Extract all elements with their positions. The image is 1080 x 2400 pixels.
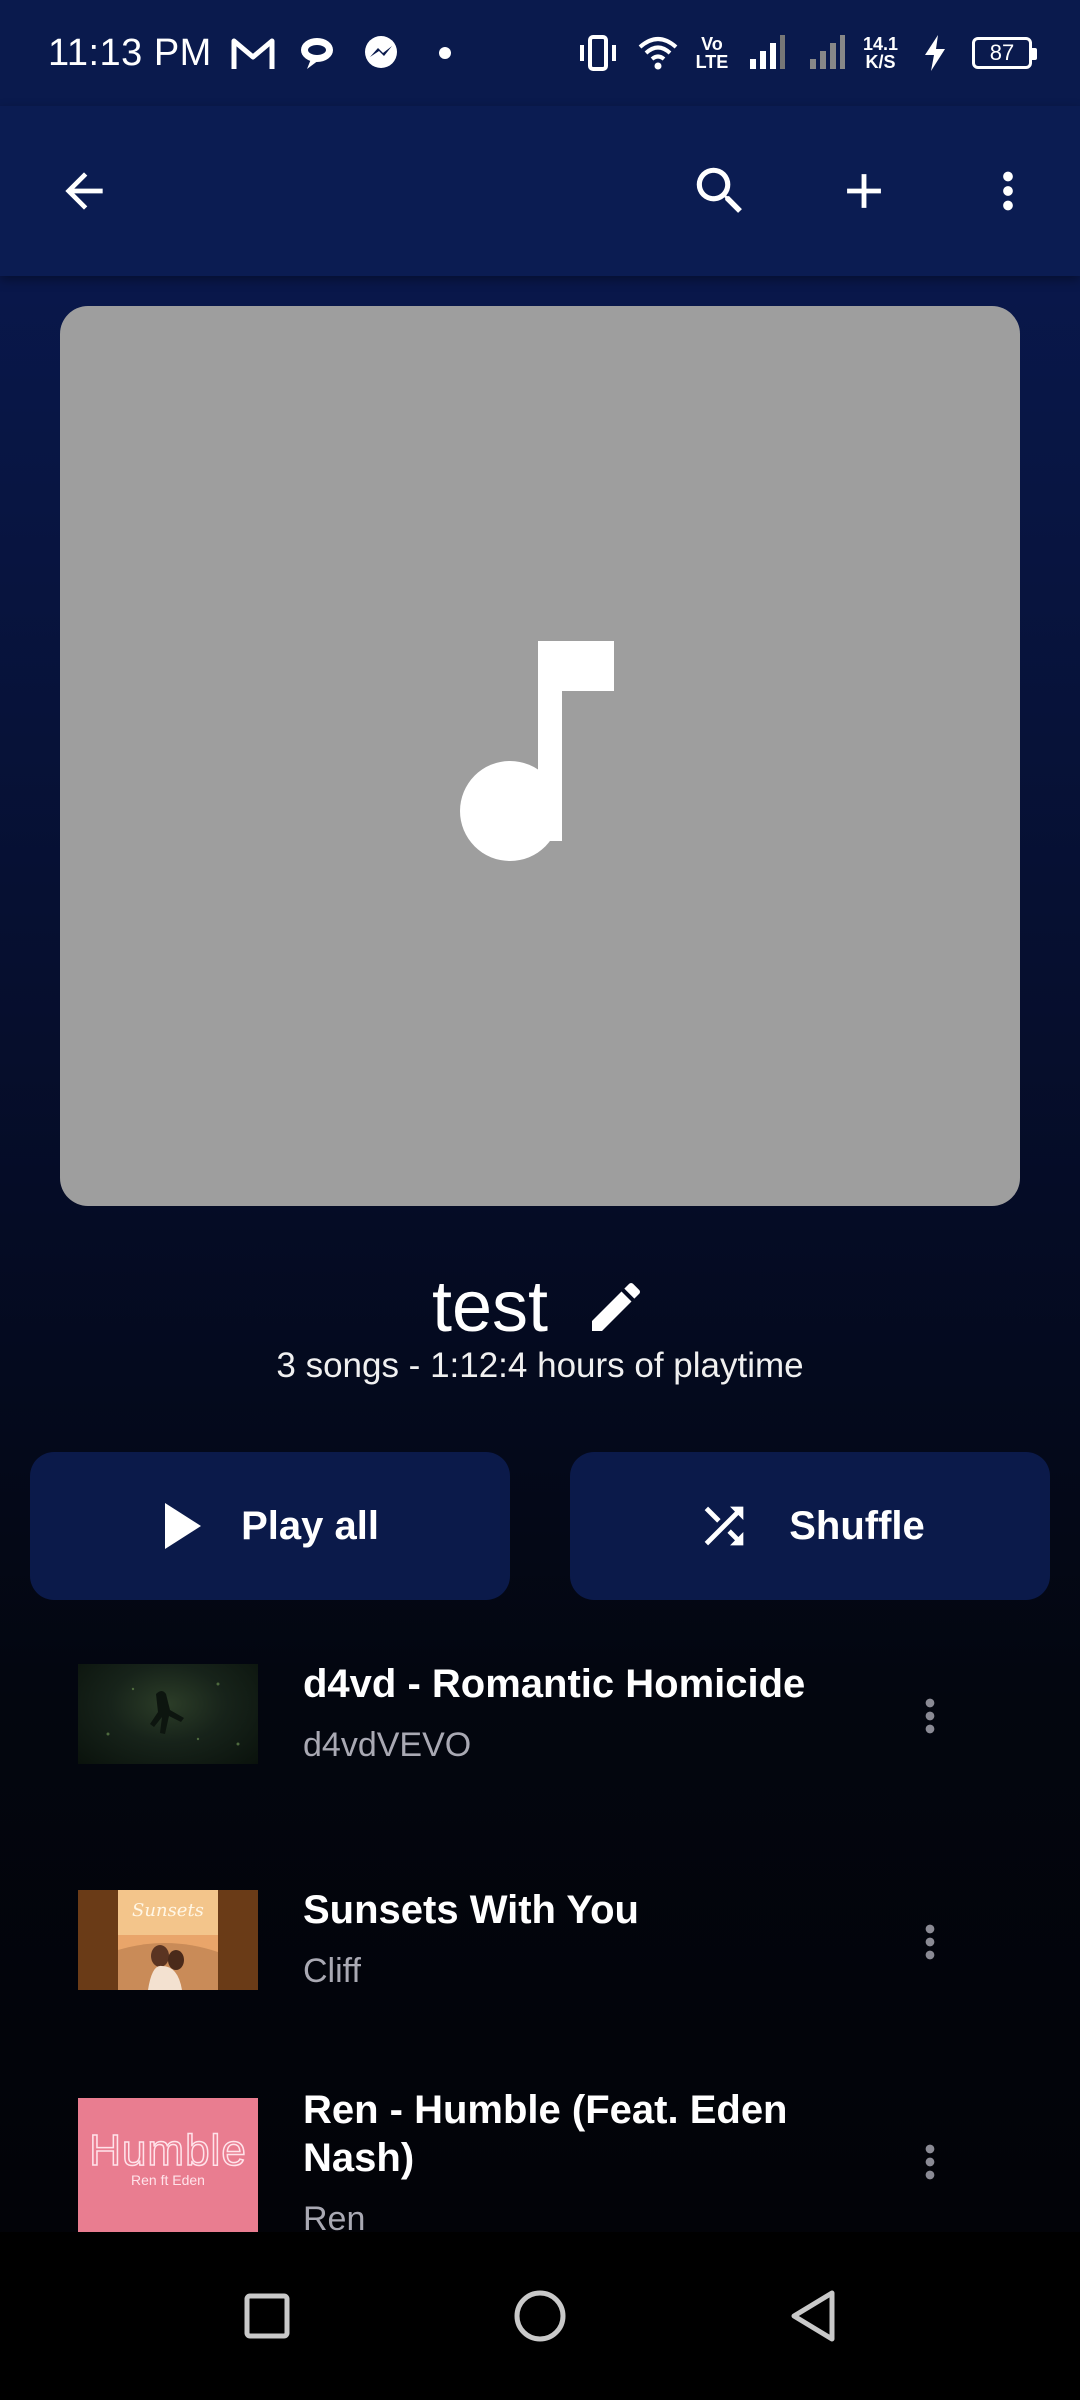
circle-icon (514, 2290, 566, 2342)
song-thumbnail: Humble Ren ft Eden (78, 2098, 258, 2232)
recents-button[interactable] (227, 2276, 307, 2356)
song-title: Ren - Humble (Feat. Eden Nash) (303, 2088, 788, 2180)
edit-title-button[interactable] (584, 1275, 648, 1339)
thumb-text: Humble (88, 2125, 247, 2176)
song-artist: d4vdVEVO (303, 1726, 472, 1764)
battery-icon: 87 (972, 37, 1037, 69)
playlist-cover (60, 306, 1020, 1206)
svg-text:Sunsets: Sunsets (132, 1900, 204, 1921)
net-speed: 14.1 K/S (863, 35, 898, 71)
notification-dot-icon (422, 30, 468, 76)
song-item[interactable]: Humble Ren ft Eden Ren - Humble (Feat. E… (0, 2066, 1080, 2232)
messenger-icon (358, 30, 404, 76)
back-nav-button[interactable] (773, 2276, 853, 2356)
square-icon (244, 2293, 290, 2339)
song-thumbnail: Sunsets (78, 1890, 258, 1990)
wifi-icon (635, 30, 681, 76)
song-title: Sunsets With You (303, 1888, 639, 1932)
app-bar (0, 106, 1080, 276)
add-song-button[interactable] (820, 147, 908, 235)
add-icon (847, 174, 881, 208)
song-more-button[interactable] (900, 1676, 960, 1756)
home-button[interactable] (500, 2276, 580, 2356)
net-speed-unit: K/S (865, 52, 896, 72)
signal-weak-icon (803, 30, 849, 76)
gmail-icon (230, 30, 276, 76)
play-all-button[interactable]: Play all (30, 1452, 510, 1600)
play-all-label: Play all (241, 1503, 379, 1548)
more-options-button[interactable] (964, 147, 1052, 235)
play-icon (165, 1503, 202, 1549)
net-speed-value: 14.1 (862, 34, 898, 54)
search-icon (696, 167, 742, 213)
status-bar: 11:13 PM Vo LTE 14.1 K/S 87 (0, 0, 1080, 106)
song-thumbnail (78, 1664, 258, 1764)
song-title: d4vd - Romantic Homicide (303, 1662, 806, 1706)
shuffle-button[interactable]: Shuffle (570, 1452, 1050, 1600)
song-item[interactable]: d4vd - Romantic Homicide d4vdVEVO (0, 1640, 1080, 1800)
back-button[interactable] (40, 147, 128, 235)
more-vert-icon (925, 1698, 935, 1734)
song-more-button[interactable] (900, 1902, 960, 1982)
shuffle-icon (704, 1506, 744, 1546)
system-nav-bar (0, 2232, 1080, 2400)
playlist-title: test (431, 1267, 549, 1347)
signal-icon (743, 30, 789, 76)
edit-icon (592, 1282, 641, 1331)
battery-level: 87 (989, 40, 1015, 65)
search-button[interactable] (676, 147, 764, 235)
playlist-subtitle: 3 songs - 1:12:4 hours of playtime (276, 1346, 804, 1385)
music-note-icon (460, 641, 614, 861)
shuffle-label: Shuffle (789, 1503, 925, 1548)
charging-icon (912, 30, 958, 76)
more-vert-icon (1003, 171, 1013, 211)
song-more-button[interactable] (900, 2122, 960, 2202)
more-vert-icon (925, 2144, 935, 2180)
song-artist: Ren (303, 2200, 366, 2232)
vibrate-icon (575, 30, 621, 76)
status-time: 11:13 PM (48, 31, 212, 74)
volte-label: Vo LTE (695, 34, 729, 72)
more-vert-icon (925, 1924, 935, 1960)
song-artist: Cliff (303, 1952, 361, 1990)
triangle-back-icon (791, 2290, 835, 2342)
arrow-back-icon (65, 172, 103, 210)
song-item[interactable]: Sunsets Sunsets With You Cliff (0, 1866, 1080, 2026)
playlist-title-row: test (0, 1262, 1080, 1352)
chat-bubble-icon (294, 30, 340, 76)
